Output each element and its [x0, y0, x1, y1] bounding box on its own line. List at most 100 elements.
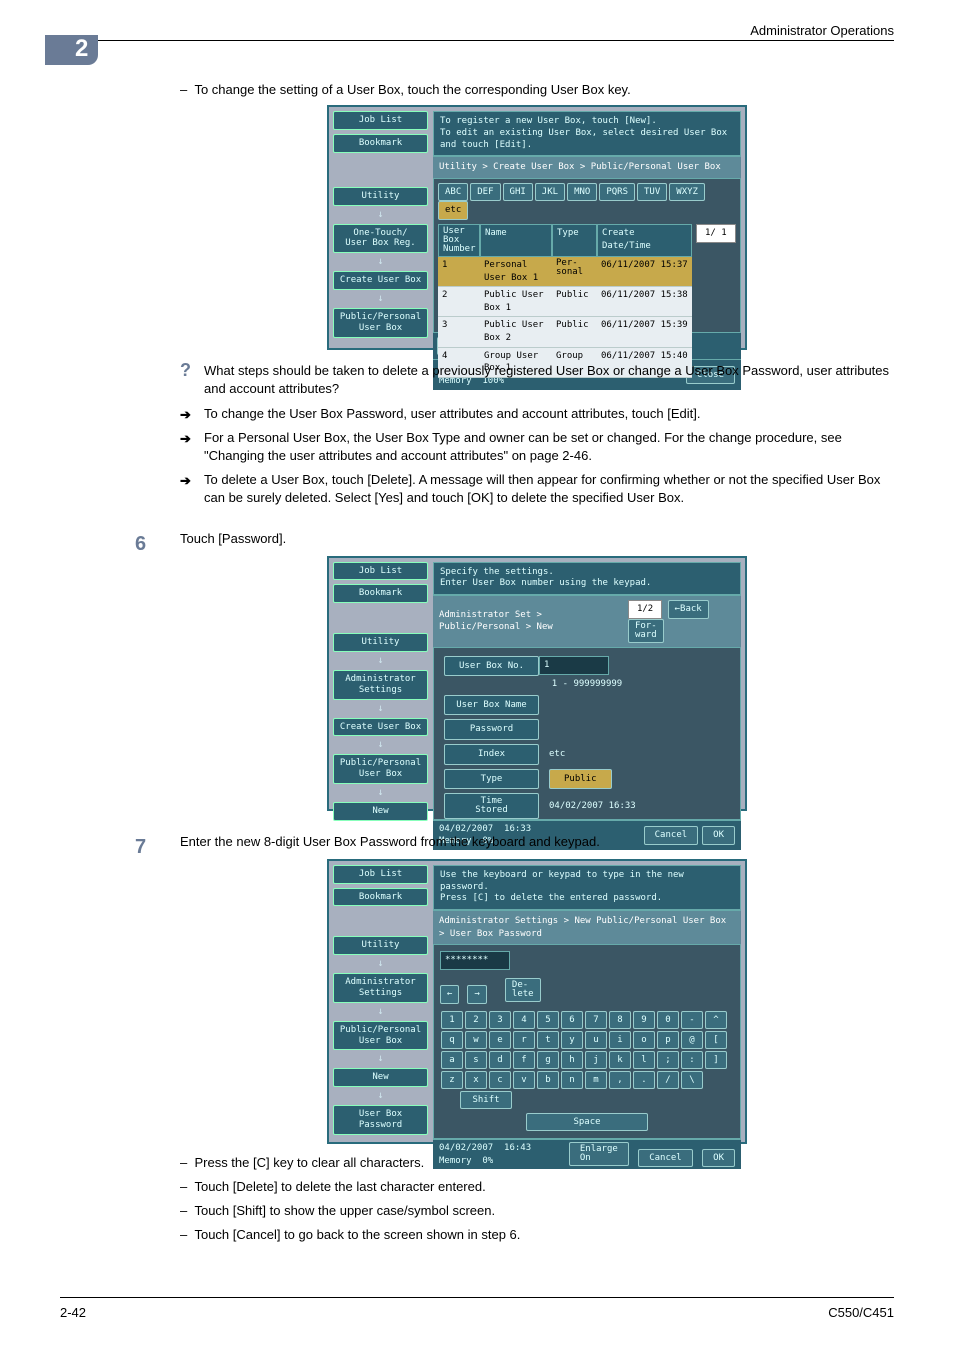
tab-def[interactable]: DEF	[470, 183, 500, 202]
key-x[interactable]: x	[465, 1071, 487, 1089]
key-f[interactable]: f	[513, 1051, 535, 1069]
tab-etc[interactable]: etc	[438, 201, 468, 220]
key-6[interactable]: 6	[561, 1011, 583, 1029]
type-value[interactable]: Public	[549, 769, 612, 790]
space-key[interactable]: Space	[526, 1113, 648, 1131]
key-\[interactable]: \	[681, 1071, 703, 1089]
tab-jkl[interactable]: JKL	[535, 183, 565, 202]
tab-wxyz[interactable]: WXYZ	[669, 183, 705, 202]
key-0[interactable]: 0	[657, 1011, 679, 1029]
key-i[interactable]: i	[609, 1031, 631, 1049]
key-o[interactable]: o	[633, 1031, 655, 1049]
field-type[interactable]: Type	[444, 769, 539, 790]
sidebar-joblist[interactable]: Job List	[333, 865, 428, 884]
key-k[interactable]: k	[609, 1051, 631, 1069]
key-b[interactable]: b	[537, 1071, 559, 1089]
key-[[interactable]: [	[705, 1031, 727, 1049]
key-g[interactable]: g	[537, 1051, 559, 1069]
tab-tuv[interactable]: TUV	[637, 183, 667, 202]
tab-pqrs[interactable]: PQRS	[599, 183, 635, 202]
key-:[interactable]: :	[681, 1051, 703, 1069]
key-2[interactable]: 2	[465, 1011, 487, 1029]
sidebar-bookmark[interactable]: Bookmark	[333, 888, 428, 907]
sidebar-public-personal[interactable]: Public/Personal User Box	[333, 1021, 428, 1051]
key-3[interactable]: 3	[489, 1011, 511, 1029]
alpha-tabs: ABCDEFGHIJKLMNOPQRSTUVWXYZ etc	[438, 183, 736, 220]
key-v[interactable]: v	[513, 1071, 535, 1089]
key-,[interactable]: ,	[609, 1071, 631, 1089]
key-n[interactable]: n	[561, 1071, 583, 1089]
back-button[interactable]: ←Back	[668, 600, 709, 619]
key--[interactable]: -	[681, 1011, 703, 1029]
key-9[interactable]: 9	[633, 1011, 655, 1029]
key-y[interactable]: y	[561, 1031, 583, 1049]
sidebar-utility[interactable]: Utility	[333, 633, 428, 652]
key-h[interactable]: h	[561, 1051, 583, 1069]
table-row[interactable]: 1Personal User Box 1Per- sonal06/11/2007…	[438, 257, 692, 287]
key-m[interactable]: m	[585, 1071, 607, 1089]
sidebar-admin-settings[interactable]: Administrator Settings	[333, 973, 428, 1003]
cursor-left-button[interactable]: ←	[440, 985, 459, 1004]
field-index[interactable]: Index	[444, 744, 539, 765]
key-1[interactable]: 1	[441, 1011, 463, 1029]
cancel-button[interactable]: Cancel	[638, 1149, 693, 1168]
key-r[interactable]: r	[513, 1031, 535, 1049]
userbox-no-value: 1	[539, 656, 609, 675]
shift-key[interactable]: Shift	[460, 1091, 512, 1109]
key-5[interactable]: 5	[537, 1011, 559, 1029]
sidebar-public-personal[interactable]: Public/Personal User Box	[333, 754, 428, 784]
tab-abc[interactable]: ABC	[438, 183, 468, 202]
key-q[interactable]: q	[441, 1031, 463, 1049]
sidebar-admin-settings[interactable]: Administrator Settings	[333, 670, 428, 700]
delete-key[interactable]: De- lete	[505, 978, 541, 1002]
key-s[interactable]: s	[465, 1051, 487, 1069]
key-;[interactable]: ;	[657, 1051, 679, 1069]
sidebar-joblist[interactable]: Job List	[333, 562, 428, 581]
key-][interactable]: ]	[705, 1051, 727, 1069]
sidebar-bookmark[interactable]: Bookmark	[333, 584, 428, 603]
key-w[interactable]: w	[465, 1031, 487, 1049]
field-userbox-name[interactable]: User Box Name	[444, 695, 539, 716]
key-a[interactable]: a	[441, 1051, 463, 1069]
key-e[interactable]: e	[489, 1031, 511, 1049]
key-@[interactable]: @	[681, 1031, 703, 1049]
sidebar-new[interactable]: New	[333, 1068, 428, 1087]
ok-button[interactable]: OK	[702, 1149, 735, 1168]
key-4[interactable]: 4	[513, 1011, 535, 1029]
field-time-stored[interactable]: Time Stored	[444, 793, 539, 819]
key-7[interactable]: 7	[585, 1011, 607, 1029]
sidebar-new[interactable]: New	[333, 802, 428, 821]
key-u[interactable]: u	[585, 1031, 607, 1049]
password-input[interactable]: ********	[440, 951, 510, 970]
sidebar-create-userbox[interactable]: Create User Box	[333, 718, 428, 737]
key-8[interactable]: 8	[609, 1011, 631, 1029]
tab-ghi[interactable]: GHI	[503, 183, 533, 202]
key-t[interactable]: t	[537, 1031, 559, 1049]
key-^[interactable]: ^	[705, 1011, 727, 1029]
breadcrumb-bar: Administrator Set > Public/Personal > Ne…	[433, 595, 741, 647]
sidebar-utility[interactable]: Utility	[333, 936, 428, 955]
sidebar-onetouch[interactable]: One-Touch/ User Box Reg.	[333, 224, 428, 254]
key-z[interactable]: z	[441, 1071, 463, 1089]
sidebar-userbox-password[interactable]: User Box Password	[333, 1105, 428, 1135]
table-row[interactable]: 3Public User Box 2Public06/11/2007 15:39	[438, 317, 692, 347]
key-/[interactable]: /	[657, 1071, 679, 1089]
field-password[interactable]: Password	[444, 719, 539, 740]
sidebar-joblist[interactable]: Job List	[333, 111, 428, 130]
sidebar-utility[interactable]: Utility	[333, 187, 428, 206]
sidebar-bookmark[interactable]: Bookmark	[333, 134, 428, 153]
key-c[interactable]: c	[489, 1071, 511, 1089]
cursor-right-button[interactable]: →	[467, 985, 486, 1004]
key-.[interactable]: .	[633, 1071, 655, 1089]
key-l[interactable]: l	[633, 1051, 655, 1069]
key-d[interactable]: d	[489, 1051, 511, 1069]
key-j[interactable]: j	[585, 1051, 607, 1069]
sidebar-public-personal[interactable]: Public/Personal User Box	[333, 308, 428, 338]
key-p[interactable]: p	[657, 1031, 679, 1049]
field-userbox-no[interactable]: User Box No.	[444, 656, 539, 677]
forward-button[interactable]: For- ward	[628, 619, 664, 643]
sidebar-create-userbox[interactable]: Create User Box	[333, 271, 428, 290]
table-row[interactable]: 2Public User Box 1Public06/11/2007 15:38	[438, 287, 692, 317]
enlarge-button[interactable]: Enlarge On	[569, 1142, 629, 1166]
tab-mno[interactable]: MNO	[567, 183, 597, 202]
